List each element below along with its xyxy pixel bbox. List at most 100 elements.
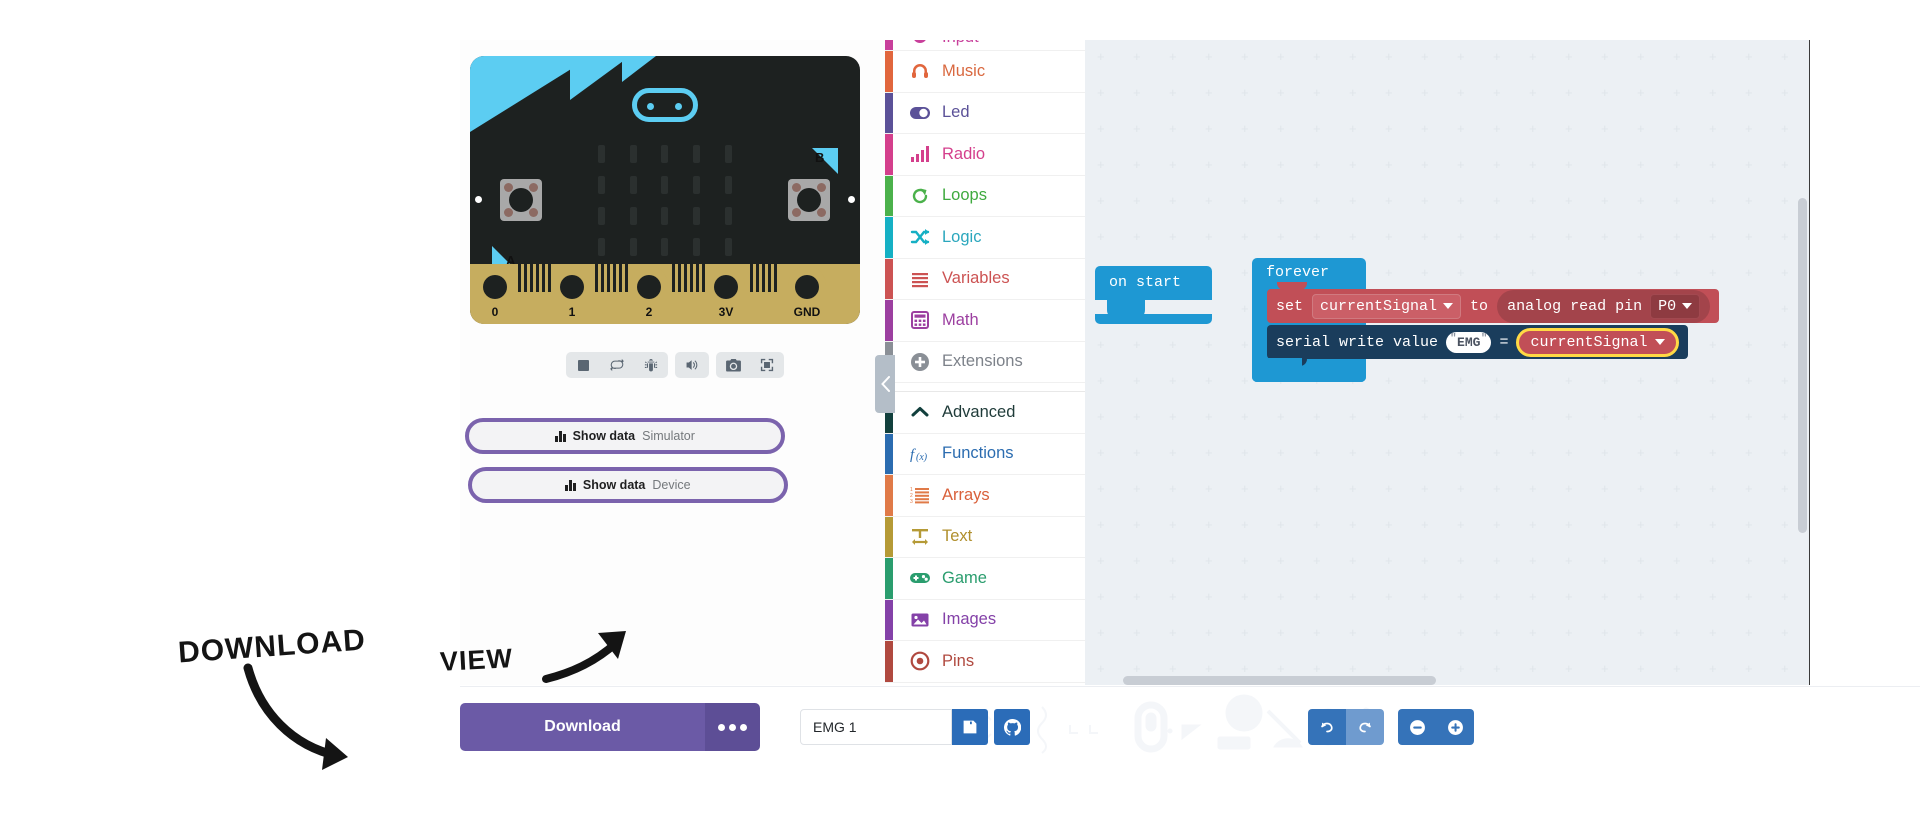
zoom-out-button[interactable] [1398,709,1436,745]
grid-marker: + [1421,661,1429,676]
set-variable-dropdown[interactable]: currentSignal [1312,293,1462,319]
grid-marker: + [1493,265,1501,280]
board-button-a[interactable] [500,179,542,221]
blocks-workspace[interactable]: + + + + + + + + + + + + + + + + + + + + + + + + + + + + + + + + + + + + + + + +… [1085,40,1810,685]
grid-marker: + [1457,193,1465,208]
redo-button[interactable] [1346,709,1384,745]
serial-variable-name: currentSignal [1530,333,1648,351]
grid-marker: + [1169,49,1177,64]
grid-marker: + [1205,517,1213,532]
toolbox-category-extensions[interactable]: Extensions [885,341,1085,383]
grid-marker: + [1277,589,1285,604]
zoom-in-button[interactable] [1436,709,1474,745]
grid-marker: + [1097,229,1105,244]
toolbox-category-variables[interactable]: Variables [885,258,1085,300]
grid-marker: + [1385,373,1393,388]
toolbox-category-advanced[interactable]: Advanced [885,392,1085,434]
grid-marker: + [1637,373,1645,388]
board-button-b[interactable] [788,179,830,221]
edge-connector: 0 1 2 3V GND [470,264,860,324]
block-set-variable[interactable]: set currentSignal to analog read pin P0 [1267,282,1720,323]
save-button[interactable] [952,709,988,745]
toolbox-category-radio[interactable]: Radio [885,134,1085,176]
show-data-device-button[interactable]: Show data Device [468,467,788,503]
stop-button[interactable] [566,352,600,378]
grid-marker: + [1421,157,1429,172]
serial-string-field[interactable]: " EMG " [1446,331,1492,353]
toolbox-category-pins[interactable]: Pins [885,641,1085,683]
grid-marker: + [1097,193,1105,208]
toolbox-collapse-button[interactable] [875,355,895,413]
fullscreen-button[interactable] [750,352,784,378]
debug-button[interactable] [634,352,668,378]
download-more-options-button[interactable] [705,703,760,751]
set-to-keyword: to [1470,297,1489,315]
grid-marker: + [1169,193,1177,208]
grid-marker: + [1493,85,1501,100]
grid-marker: + [1565,49,1573,64]
edge-pin-3v[interactable]: 3V [707,266,745,324]
block-analog-read-pin[interactable]: analog read pin P0 [1497,289,1711,323]
blocks-toolbox[interactable]: Input Music Led Radio Loops Logic Variables Mat… [885,40,1085,685]
edge-pin-gnd[interactable]: GND [788,266,826,324]
grid-marker: + [1673,553,1681,568]
undo-button[interactable] [1308,709,1346,745]
toolbox-category-game[interactable]: Game [885,558,1085,600]
quote-right-icon: " [1480,332,1488,345]
toolbox-category-led[interactable]: Led [885,92,1085,134]
toolbox-category-arrays[interactable]: 1 2 3 Arrays [885,475,1085,517]
toolbox-category-functions[interactable]: f (x) Functions [885,433,1085,475]
grid-marker: + [1637,517,1645,532]
grid-marker: + [1385,157,1393,172]
grid-marker: + [1745,373,1753,388]
grid-marker: + [1169,229,1177,244]
download-button[interactable]: Download [460,703,705,751]
grid-marker: + [1529,589,1537,604]
set-block-notch [1277,282,1307,290]
grid-marker: + [1241,337,1249,352]
toolbox-category-logic[interactable]: Logic [885,217,1085,259]
workspace-horizontal-scrollbar[interactable] [1123,676,1436,685]
toolbox-category-text[interactable]: Text [885,516,1085,558]
toolbox-category-input[interactable]: Input [885,40,1085,51]
grid-marker: + [1385,193,1393,208]
toolbox-category-images[interactable]: Images [885,599,1085,641]
mute-button[interactable] [675,352,709,378]
toolbox-category-loops[interactable]: Loops [885,175,1085,217]
grid-marker: + [1421,481,1429,496]
edge-pin-0[interactable]: 0 [476,266,514,324]
block-variable-current-signal[interactable]: currentSignal [1516,327,1680,357]
block-on-start[interactable]: on start [1095,266,1212,324]
screenshot-button[interactable] [716,352,750,378]
grid-marker: + [1529,121,1537,136]
edge-pin-1[interactable]: 1 [553,266,591,324]
btn-pin [792,183,801,192]
category-color-strip [885,92,893,133]
grid-marker: + [1133,193,1141,208]
toolbox-category-music[interactable]: Music [885,51,1085,93]
grid-marker: + [1169,409,1177,424]
grid-marker: + [1349,445,1357,460]
microbit-logo-icon[interactable] [632,88,698,122]
grid-marker: + [1601,229,1609,244]
analog-pin-dropdown[interactable]: P0 [1650,293,1701,319]
show-data-simulator-button[interactable]: Show data Simulator [465,418,785,454]
github-button[interactable] [994,709,1030,745]
grid-marker: + [1529,445,1537,460]
workspace-vertical-scrollbar[interactable] [1798,198,1807,533]
block-serial-write-value[interactable]: serial write value " EMG " = currentSign… [1267,325,1689,366]
edge-pin-2[interactable]: 2 [630,266,668,324]
grid-marker: + [1457,445,1465,460]
grid-marker: + [1133,85,1141,100]
project-name-input[interactable] [800,709,952,745]
edge-pin-label: 2 [645,305,653,319]
led-cell [693,238,701,257]
grid-marker: + [1781,85,1789,100]
grid-marker: + [1493,49,1501,64]
grid-marker: + [1565,517,1573,532]
microbit-board[interactable]: A B 0 1 2 3V GND [470,56,860,324]
grid-marker: + [1385,517,1393,532]
toolbox-category-math[interactable]: Math [885,300,1085,342]
grid-marker: + [1457,373,1465,388]
restart-button[interactable] [600,352,634,378]
